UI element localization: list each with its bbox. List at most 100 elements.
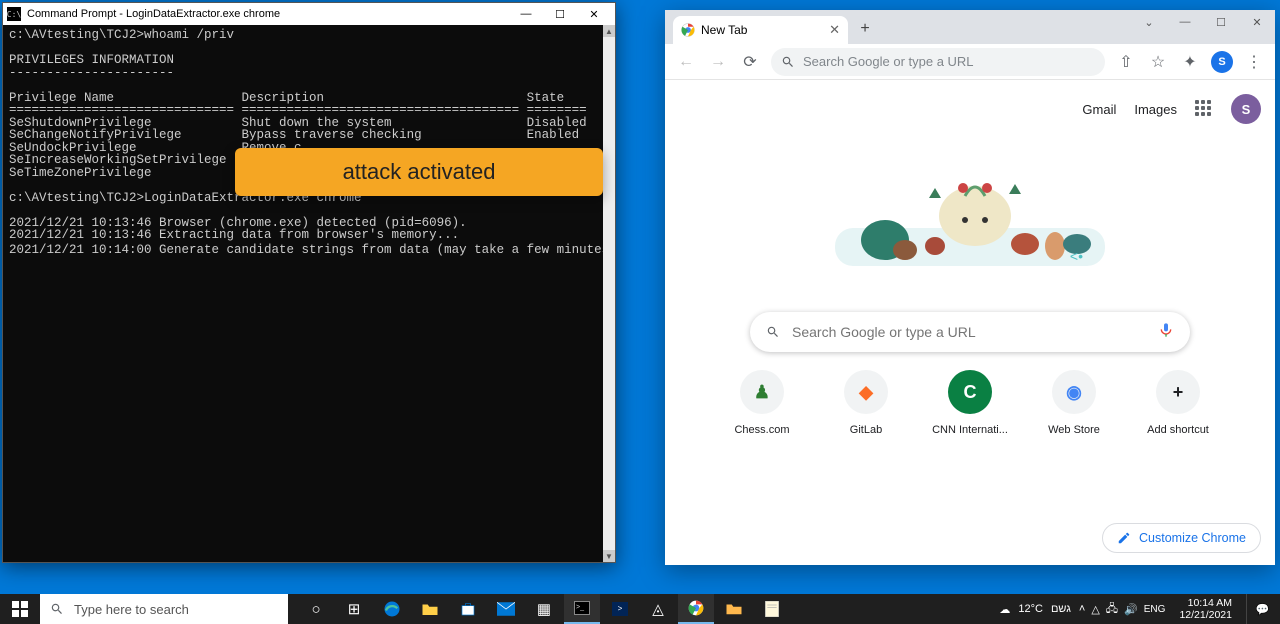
tab-close-icon[interactable]: ✕ bbox=[829, 22, 840, 38]
chrome-taskbar-icon[interactable] bbox=[678, 594, 714, 624]
taskbar-search-placeholder: Type here to search bbox=[74, 602, 189, 617]
close-button[interactable]: ✕ bbox=[1239, 10, 1275, 34]
google-doodle[interactable] bbox=[835, 166, 1105, 276]
maximize-button[interactable]: ☐ bbox=[1203, 10, 1239, 34]
cmd-body: c:\AVtesting\TCJ2>whoami /priv PRIVILEGE… bbox=[3, 25, 615, 562]
chrome-window-controls: ⌄ ― ☐ ✕ bbox=[1131, 10, 1275, 34]
minimize-button[interactable]: ― bbox=[1167, 10, 1203, 34]
bookmark-icon[interactable]: ☆ bbox=[1143, 47, 1173, 77]
cortana-icon[interactable]: ○ bbox=[298, 594, 334, 624]
apps-icon[interactable] bbox=[1195, 100, 1213, 118]
shortcut-item[interactable]: ♟ Chess.com bbox=[724, 370, 800, 436]
clock-date: 12/21/2021 bbox=[1179, 609, 1232, 621]
reload-button[interactable]: ⟳ bbox=[735, 47, 765, 77]
shortcut-label: Web Store bbox=[1036, 424, 1112, 436]
tray-volume-icon[interactable]: 🔊 bbox=[1124, 603, 1138, 616]
shortcut-icon: C bbox=[948, 370, 992, 414]
scroll-down-icon[interactable]: ▼ bbox=[603, 550, 615, 562]
weather-temp[interactable]: 12°C bbox=[1018, 603, 1043, 615]
mail-icon[interactable] bbox=[488, 594, 524, 624]
shortcut-label: Chess.com bbox=[724, 424, 800, 436]
app1-icon[interactable]: ▦ bbox=[526, 594, 562, 624]
menu-icon[interactable]: ⋮ bbox=[1239, 47, 1269, 77]
tray-chevron-icon[interactable]: ˄ bbox=[1079, 603, 1085, 615]
clock[interactable]: 10:14 AM 12/21/2021 bbox=[1173, 597, 1238, 621]
search-icon bbox=[766, 325, 780, 339]
pencil-icon bbox=[1117, 531, 1131, 545]
maximize-button[interactable]: ☐ bbox=[543, 4, 577, 24]
shortcut-label: Add shortcut bbox=[1140, 424, 1216, 436]
attack-activated-banner: attack activated bbox=[235, 148, 603, 196]
tray-onedrive-icon[interactable]: △ bbox=[1091, 603, 1099, 616]
tab-strip[interactable]: New Tab ✕ + ⌄ ― ☐ ✕ bbox=[665, 10, 1275, 44]
shortcut-item[interactable]: C CNN Internati... bbox=[932, 370, 1008, 436]
extensions-icon[interactable]: ✦ bbox=[1175, 47, 1205, 77]
back-button[interactable]: ← bbox=[671, 47, 701, 77]
file-explorer-icon[interactable] bbox=[412, 594, 448, 624]
customize-chrome-button[interactable]: Customize Chrome bbox=[1102, 523, 1261, 553]
ntp-header: Gmail Images S bbox=[1082, 94, 1261, 124]
shortcut-label: GitLab bbox=[828, 424, 904, 436]
cmd-titlebar[interactable]: C:\ Command Prompt - LoginDataExtractor.… bbox=[3, 3, 615, 25]
ntp-search[interactable] bbox=[750, 312, 1190, 352]
chrome-toolbar: ← → ⟳ Search Google or type a URL ⇧ ☆ ✦ … bbox=[665, 44, 1275, 80]
shortcut-icon: ◉ bbox=[1052, 370, 1096, 414]
task-view-icon[interactable]: ⊞ bbox=[336, 594, 372, 624]
tab-label: New Tab bbox=[701, 23, 747, 37]
app2-icon[interactable]: ◬ bbox=[640, 594, 676, 624]
cmd-icon: C:\ bbox=[7, 7, 21, 21]
mic-icon[interactable] bbox=[1158, 322, 1174, 343]
tray-lang-icon[interactable]: ENG bbox=[1144, 604, 1166, 615]
notepad-icon[interactable] bbox=[754, 594, 790, 624]
folder2-icon[interactable] bbox=[716, 594, 752, 624]
window-dropdown-icon[interactable]: ⌄ bbox=[1131, 10, 1167, 34]
search-icon bbox=[50, 602, 64, 616]
forward-button[interactable]: → bbox=[703, 47, 733, 77]
taskbar[interactable]: Type here to search ○ ⊞ ▦ >_ > ◬ ☁ 12°C … bbox=[0, 594, 1280, 624]
edge-icon[interactable] bbox=[374, 594, 410, 624]
close-button[interactable]: ✕ bbox=[577, 4, 611, 24]
shortcut-item[interactable]: ◉ Web Store bbox=[1036, 370, 1112, 436]
weather-word[interactable]: גשם bbox=[1051, 603, 1071, 615]
shortcut-item[interactable]: ◆ GitLab bbox=[828, 370, 904, 436]
omnibox-placeholder: Search Google or type a URL bbox=[803, 54, 974, 69]
customize-label: Customize Chrome bbox=[1139, 531, 1246, 545]
images-link[interactable]: Images bbox=[1134, 102, 1177, 117]
account-avatar[interactable]: S bbox=[1231, 94, 1261, 124]
new-tab-page: Gmail Images S <• bbox=[665, 80, 1275, 565]
search-icon bbox=[781, 55, 795, 69]
shortcut-icon: + bbox=[1156, 370, 1200, 414]
cmd-scrollbar[interactable]: ▲ ▼ bbox=[603, 25, 615, 562]
shortcut-label: CNN Internati... bbox=[932, 424, 1008, 436]
action-center-icon[interactable]: 💬 bbox=[1246, 594, 1278, 624]
clock-time: 10:14 AM bbox=[1179, 597, 1232, 609]
cmd-output[interactable]: c:\AVtesting\TCJ2>whoami /priv PRIVILEGE… bbox=[3, 25, 603, 562]
powershell-icon[interactable]: > bbox=[602, 594, 638, 624]
gmail-link[interactable]: Gmail bbox=[1082, 102, 1116, 117]
ntp-search-input[interactable] bbox=[792, 324, 1146, 340]
store-icon[interactable] bbox=[450, 594, 486, 624]
shortcuts-row: ♟ Chess.com ◆ GitLab C CNN Internati... ◉ Web S… bbox=[724, 370, 1216, 436]
chrome-favicon-icon bbox=[681, 23, 695, 37]
taskbar-apps: ○ ⊞ ▦ >_ > ◬ bbox=[298, 594, 790, 624]
start-button[interactable] bbox=[0, 594, 40, 624]
tab-new-tab[interactable]: New Tab ✕ bbox=[673, 16, 848, 44]
tray-network-icon[interactable]: 🖧 bbox=[1106, 600, 1118, 619]
cmd-taskbar-icon[interactable]: >_ bbox=[564, 594, 600, 624]
cmd-title: Command Prompt - LoginDataExtractor.exe … bbox=[27, 8, 509, 20]
scroll-up-icon[interactable]: ▲ bbox=[603, 25, 615, 37]
minimize-button[interactable]: ― bbox=[509, 4, 543, 24]
new-tab-button[interactable]: + bbox=[852, 16, 878, 42]
weather-icon[interactable]: ☁ bbox=[999, 603, 1010, 616]
shortcut-icon: ◆ bbox=[844, 370, 888, 414]
chrome-window[interactable]: New Tab ✕ + ⌄ ― ☐ ✕ ← → ⟳ Search Google … bbox=[665, 10, 1275, 565]
omnibox[interactable]: Search Google or type a URL bbox=[771, 48, 1105, 76]
system-tray[interactable]: ☁ 12°C גשם ˄ △ 🖧 🔊 ENG 10:14 AM 12/21/20… bbox=[999, 594, 1280, 624]
shortcut-icon: ♟ bbox=[740, 370, 784, 414]
command-prompt-window[interactable]: C:\ Command Prompt - LoginDataExtractor.… bbox=[2, 2, 616, 563]
share-doodle-icon[interactable]: <• bbox=[1070, 248, 1083, 264]
share-icon[interactable]: ⇧ bbox=[1111, 47, 1141, 77]
taskbar-search[interactable]: Type here to search bbox=[40, 594, 288, 624]
profile-avatar[interactable]: S bbox=[1211, 51, 1233, 73]
add-shortcut-button[interactable]: + Add shortcut bbox=[1140, 370, 1216, 436]
